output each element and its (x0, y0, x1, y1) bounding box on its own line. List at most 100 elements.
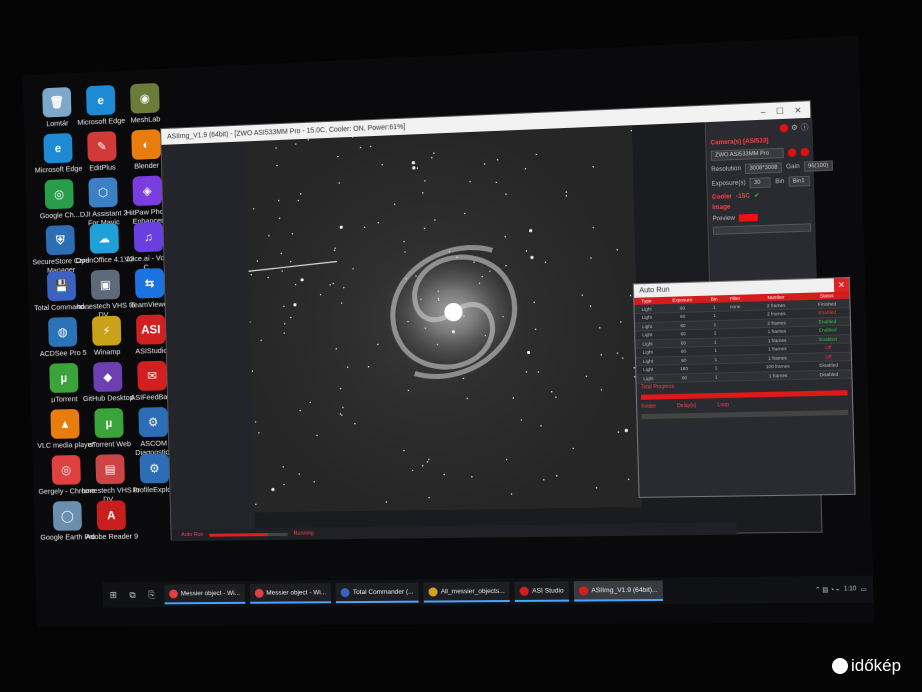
taskbar-item-label: ASI Studio (532, 586, 564, 595)
app-icon: ◉ (130, 82, 160, 114)
table-cell-bin: 1 (708, 372, 725, 382)
star (524, 168, 527, 170)
left-rail (161, 141, 256, 530)
autorun-dialog: Auto Run ✕ Type Exposure Bin Filter Number St… (632, 276, 856, 498)
star (530, 255, 534, 260)
star (462, 377, 465, 380)
star (299, 409, 301, 412)
star (298, 473, 300, 475)
star (267, 276, 269, 279)
app-icon: 💾 (46, 270, 77, 302)
resolution-select[interactable]: 3008*3008 (745, 162, 782, 175)
table-cell-bin: 1 (707, 363, 725, 373)
taskbar-item[interactable]: ASI Studio (514, 581, 570, 602)
windows-start-icon[interactable]: ⊞ (106, 588, 120, 602)
loop-label[interactable]: Loop (717, 402, 729, 408)
star (585, 375, 588, 378)
star (411, 161, 416, 165)
star (300, 278, 304, 282)
capture-button[interactable] (712, 223, 812, 235)
star (525, 371, 528, 373)
gain-input[interactable]: 96(100) (803, 160, 833, 172)
star (512, 397, 514, 399)
taskbar-item[interactable]: Total Commander (... (335, 582, 419, 604)
app-icon: ⚡ (91, 315, 122, 346)
close-icon[interactable]: ✕ (833, 278, 850, 292)
star (463, 212, 466, 215)
info-icon[interactable]: ⓘ (801, 122, 809, 133)
exposure-input[interactable]: 30 (749, 177, 772, 189)
star (431, 157, 433, 159)
star (620, 321, 622, 323)
star (422, 465, 424, 467)
tray-icons[interactable]: ⌃ ▤ ◔ ⌁ (815, 586, 840, 593)
app-icon: ▲ (50, 408, 80, 439)
run-buttons-bar[interactable] (641, 409, 849, 420)
record-icon[interactable] (779, 123, 789, 133)
star (426, 461, 429, 463)
star (600, 389, 603, 391)
connect-icon[interactable] (787, 148, 797, 157)
star (363, 226, 365, 228)
star (505, 458, 508, 461)
taskbar-app-icon (340, 587, 351, 597)
star (505, 193, 507, 195)
star (469, 181, 471, 183)
star (251, 370, 254, 372)
star (309, 401, 311, 404)
star (428, 496, 430, 499)
taskbar-item[interactable]: ASIImg_V1.9 (64bit)... (573, 580, 664, 602)
folder-label[interactable]: Folder (641, 404, 656, 410)
taskbar-item[interactable]: Messier object - Wi... (164, 583, 246, 605)
taskbar-item[interactable]: Messier object - Wi... (249, 583, 332, 604)
taskbar-item-label: Messier object - Wi... (266, 588, 327, 597)
app-icon: ◎ (44, 178, 74, 210)
desktop-icon[interactable]: A Adobe Reader 9 (81, 500, 141, 541)
table-cell-bin: 1 (707, 346, 724, 356)
desktop-icon[interactable]: ◉ MeshLab (115, 82, 176, 125)
taskbar-item[interactable]: All_messier_objects... (423, 581, 511, 603)
network-icon[interactable]: ⎘ (145, 588, 159, 602)
notification-icon[interactable]: ▭ (861, 586, 867, 593)
task-view-icon[interactable]: ⧉ (126, 588, 140, 602)
bin-select[interactable]: Bin1 (788, 175, 810, 187)
star (540, 425, 542, 427)
preview-toggle[interactable] (739, 213, 759, 222)
clock[interactable]: 1:10 (844, 586, 857, 592)
star (592, 226, 595, 229)
star (339, 413, 342, 416)
star (337, 156, 339, 158)
star (367, 365, 369, 368)
delay-label[interactable]: Delay(s) (677, 403, 697, 410)
desktop-icon-grid: 🗑 Lomtár e Microsoft Edge ◉ MeshLab e Microsoft… (27, 80, 219, 542)
minimize-icon[interactable]: – (761, 107, 766, 116)
close-icon[interactable]: ✕ (794, 105, 801, 115)
star (347, 366, 349, 369)
star (278, 199, 280, 202)
star (283, 305, 285, 307)
app-icon: ▣ (90, 269, 121, 300)
table-cell-type: Light (636, 373, 661, 384)
star (258, 432, 260, 434)
star (526, 350, 531, 355)
star (359, 146, 362, 149)
check-icon[interactable]: ✔ (754, 192, 759, 199)
settings-icon[interactable]: ⚙ (791, 123, 798, 133)
star (333, 283, 335, 285)
star (520, 419, 523, 421)
autorun-title: Auto Run (639, 286, 670, 295)
star (376, 343, 378, 345)
star (283, 332, 285, 334)
star (338, 182, 341, 184)
progress-label: Auto Run (181, 531, 204, 539)
star (496, 159, 499, 161)
app-icon: ⬡ (88, 177, 118, 208)
camera-select[interactable]: ZWO ASI533MM Pro (710, 147, 784, 161)
taskbar-app-icon (428, 586, 438, 597)
star (525, 250, 528, 252)
star (255, 503, 257, 506)
app-icon: e (85, 84, 116, 116)
maximize-icon[interactable]: ☐ (776, 106, 784, 116)
galaxy-image (245, 129, 640, 506)
disconnect-icon[interactable] (800, 147, 810, 157)
